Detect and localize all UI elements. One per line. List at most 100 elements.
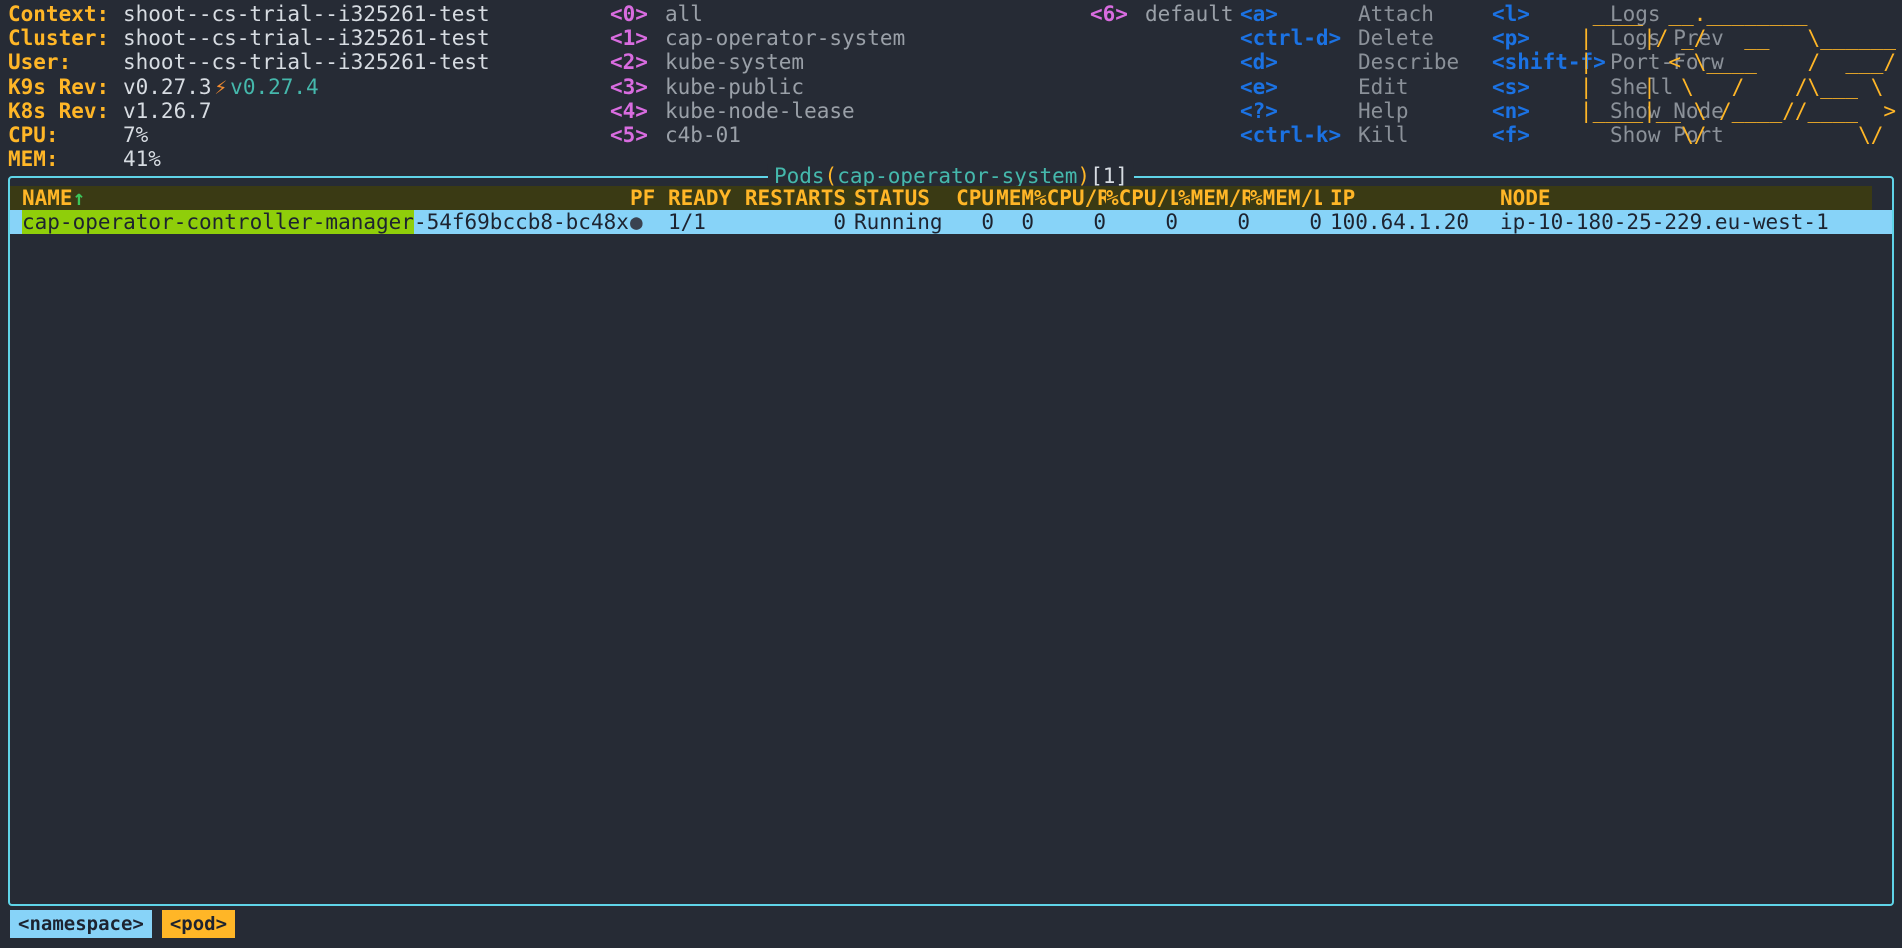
logo-line-2: | < \____ / ___/: [1579, 50, 1896, 75]
search-match-highlight: cap-operator-controller-manager: [22, 210, 414, 235]
logo-line-4: |____|__ \ /____//____ >: [1579, 98, 1896, 123]
breadcrumb-item-pod[interactable]: <pod>: [161, 910, 236, 938]
sort-arrow-icon: ↑: [72, 186, 86, 210]
cell-cpu: 0: [981, 210, 994, 235]
info-label-user: User:: [8, 50, 72, 75]
column-header-mem[interactable]: MEM: [994, 186, 1034, 211]
shortcut-edit[interactable]: <e> Edit: [1240, 75, 1492, 99]
cell-ready: 1/1: [668, 210, 706, 235]
pods-table: NAME↑ PF READY RESTARTS STATUS CPU MEM %CPU/R %C…: [10, 178, 1892, 235]
breadcrumb: <namespace> <pod>: [10, 910, 236, 938]
namespace-shortcut-kube-public[interactable]: <3> kube-public: [610, 75, 1090, 99]
k9s-ascii-logo: ____ __.________ | |/ _/ __ \______ | < …: [1580, 2, 1896, 147]
column-header-ready[interactable]: READY: [668, 186, 738, 211]
shortcut-delete[interactable]: <ctrl-d> Delete: [1240, 26, 1492, 50]
shortcut-key-delete: <ctrl-d>: [1240, 26, 1342, 51]
bolt-icon: ⚡: [214, 74, 228, 99]
cell-mem: 0: [1021, 210, 1034, 235]
cell-port-forward-indicator: ●: [630, 210, 643, 235]
column-header-name[interactable]: NAME↑: [10, 186, 630, 211]
table-row[interactable]: cap-operator-controller-manager-54f69bcc…: [10, 210, 1892, 235]
shortcut-key-describe: <d>: [1240, 50, 1278, 75]
column-header-status[interactable]: STATUS: [846, 186, 944, 211]
namespace-shortcut-default[interactable]: <6> default: [1090, 2, 1240, 26]
info-value-mem: 41%: [123, 147, 161, 172]
namespace-shortcut-kube-system[interactable]: <2> kube-system: [610, 50, 1090, 74]
namespace-key-0: <0>: [610, 2, 648, 26]
column-header-mem-limit[interactable]: %MEM/L: [1250, 186, 1322, 211]
shortcut-key-help: <?>: [1240, 98, 1278, 123]
shortcut-label-delete: Delete: [1358, 26, 1434, 51]
namespace-key-4: <4>: [610, 98, 648, 123]
info-label-cpu: CPU:: [8, 122, 59, 147]
namespace-key-1: <1>: [610, 26, 648, 51]
info-row-cluster: Cluster: shoot--cs-trial--i325261-test: [8, 26, 610, 50]
shortcut-help[interactable]: <?> Help: [1240, 99, 1492, 123]
info-value-cpu: 7%: [123, 122, 149, 147]
namespace-key-3: <3>: [610, 74, 648, 99]
shortcut-label-kill: Kill: [1358, 122, 1409, 147]
info-label-k8s-rev: K8s Rev:: [8, 98, 110, 123]
namespace-label-2: kube-system: [665, 50, 805, 75]
column-header-cpu-request[interactable]: %CPU/R: [1034, 186, 1106, 211]
cell-node: ip-10-180-25-229.eu-west-1: [1500, 210, 1829, 235]
cell-ip: 100.64.1.20: [1330, 210, 1470, 235]
logo-line-5: \/ \/: [1579, 123, 1884, 148]
info-value-k8s-rev: v1.26.7: [123, 98, 212, 123]
namespace-label-5: c4b-01: [665, 122, 741, 147]
info-value-cluster: shoot--cs-trial--i325261-test: [123, 26, 490, 51]
cell-pod-name: cap-operator-controller-manager-54f69bcc…: [10, 210, 630, 235]
shortcut-key-attach: <a>: [1240, 2, 1278, 26]
pods-panel: Pods(cap-operator-system)[1] NAME↑ PF READ…: [8, 164, 1894, 906]
column-header-cpu-limit[interactable]: %CPU/L: [1106, 186, 1178, 211]
shortcut-label-describe: Describe: [1358, 50, 1460, 75]
namespace-shortcuts-panel-2: <6> default: [1090, 0, 1240, 26]
column-header-pf[interactable]: PF: [630, 186, 668, 211]
namespace-shortcuts-panel: <0> all <1> cap-operator-system <2> kube-sy…: [610, 0, 1090, 147]
shortcuts-panel-1: <a> Attach <ctrl-d> Delete <d> Describe <e>…: [1240, 0, 1492, 147]
cell-cpu-limit-pct: 0: [1165, 210, 1178, 235]
cell-mem-limit-pct: 0: [1309, 210, 1322, 235]
info-row-mem: MEM: 41%: [8, 147, 610, 171]
column-header-ip[interactable]: IP: [1322, 186, 1492, 211]
shortcut-describe[interactable]: <d> Describe: [1240, 50, 1492, 74]
shortcut-attach[interactable]: <a> Attach: [1240, 2, 1492, 26]
namespace-label-0: all: [665, 2, 703, 26]
shortcut-kill[interactable]: <ctrl-k> Kill: [1240, 123, 1492, 147]
namespace-shortcut-cap-operator-system[interactable]: <1> cap-operator-system: [610, 26, 1090, 50]
namespace-shortcut-c4b-01[interactable]: <5> c4b-01: [610, 123, 1090, 147]
info-value-k9s-rev: v0.27.3: [123, 74, 212, 99]
column-header-cpu[interactable]: CPU: [944, 186, 994, 211]
column-header-mem-request[interactable]: %MEM/R: [1178, 186, 1250, 211]
column-header-node[interactable]: NODE: [1492, 186, 1872, 211]
info-label-k9s-rev: K9s Rev:: [8, 74, 110, 99]
namespace-shortcut-kube-node-lease[interactable]: <4> kube-node-lease: [610, 99, 1090, 123]
namespace-label-1: cap-operator-system: [665, 26, 906, 51]
namespace-label-6: default: [1145, 2, 1234, 26]
logo-line-0: ____ __.________: [1579, 2, 1808, 26]
info-row-context: Context: shoot--cs-trial--i325261-test: [8, 2, 610, 26]
k9s-terminal-screen: Context: shoot--cs-trial--i325261-test Cl…: [0, 0, 1902, 948]
shortcut-label-edit: Edit: [1358, 74, 1409, 99]
namespace-shortcut-all[interactable]: <0> all: [610, 2, 1090, 26]
logo-line-3: | | \ / /\___ \: [1579, 74, 1884, 99]
info-label-mem: MEM:: [8, 147, 59, 172]
column-header-name-text: NAME: [22, 186, 73, 210]
info-value-user: shoot--cs-trial--i325261-test: [123, 50, 490, 75]
info-value-k9s-new-rev: v0.27.4: [230, 74, 319, 99]
shortcut-key-edit: <e>: [1240, 74, 1278, 99]
cell-status: Running: [854, 210, 943, 235]
cell-cpu-request-pct: 0: [1093, 210, 1106, 235]
shortcut-label-attach: Attach: [1358, 2, 1434, 26]
cell-pod-name-rest: -54f69bccb8-bc48x: [413, 210, 629, 235]
info-label-context: Context:: [8, 2, 110, 26]
breadcrumb-item-namespace[interactable]: <namespace>: [10, 910, 152, 938]
cell-mem-request-pct: 0: [1237, 210, 1250, 235]
info-row-k9s-rev: K9s Rev: v0.27.3 ⚡ v0.27.4: [8, 75, 610, 99]
info-value-context: shoot--cs-trial--i325261-test: [123, 2, 490, 26]
logo-line-1: | |/ _/ __ \______: [1579, 26, 1896, 51]
shortcut-label-help: Help: [1358, 98, 1409, 123]
namespace-label-4: kube-node-lease: [665, 98, 855, 123]
info-row-k8s-rev: K8s Rev: v1.26.7: [8, 99, 610, 123]
column-header-restarts[interactable]: RESTARTS: [738, 186, 846, 211]
